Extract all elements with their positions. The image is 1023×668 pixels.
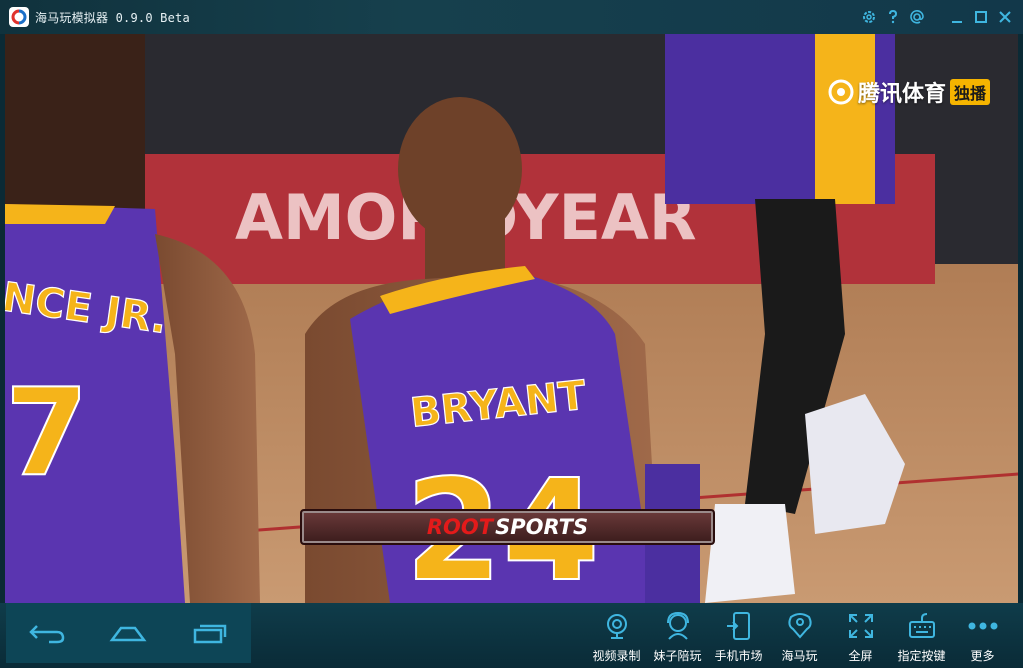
back-icon[interactable]	[24, 613, 70, 653]
window-title: 海马玩模拟器 0.9.0 Beta	[35, 10, 190, 25]
broadcaster-watermark: 腾讯体育 独播	[828, 76, 990, 108]
left-jersey-number: 7	[5, 364, 89, 503]
app-logo-icon	[9, 7, 29, 27]
app-market-icon	[725, 610, 753, 642]
recent-apps-icon[interactable]	[187, 613, 233, 653]
tool-more[interactable]: 更多	[952, 603, 1013, 668]
broadcaster-badge: 独播	[949, 79, 990, 105]
tool-fullscreen[interactable]: 全屏	[830, 603, 891, 668]
keymap-icon	[907, 610, 937, 642]
tool-app-market[interactable]: 手机市场	[708, 603, 769, 668]
tool-label: 全屏	[848, 649, 873, 663]
tool-label: 视频录制	[592, 649, 641, 663]
tool-companion[interactable]: 妹子陪玩	[647, 603, 708, 668]
fullscreen-icon	[847, 610, 875, 642]
title-bar: 海马玩模拟器 0.9.0 Beta	[0, 0, 1023, 34]
gear-icon[interactable]	[857, 5, 881, 29]
tencent-sports-logo-icon	[828, 79, 854, 105]
android-nav-panel	[6, 603, 251, 663]
haimawan-icon	[785, 610, 815, 642]
at-icon[interactable]	[905, 5, 929, 29]
video-player[interactable]: AMOR DYEAR NCE JR. 7 BRYANT 24 腾讯体育 独播 R…	[5, 34, 1018, 603]
tool-video-record[interactable]: 视频录制	[586, 603, 647, 668]
ticker-root: ROOT	[426, 515, 494, 539]
tool-keymap[interactable]: 指定按键	[891, 603, 952, 668]
root-sports-ticker: ROOT SPORTS	[300, 509, 715, 545]
home-icon[interactable]	[105, 613, 151, 653]
tool-label: 更多	[970, 649, 995, 663]
bottom-toolbar: 视频录制 妹子陪玩 手机市场 海马玩 全屏 指定按键 更多	[0, 603, 1023, 668]
maximize-icon[interactable]	[969, 5, 993, 29]
ticker-sports: SPORTS	[495, 515, 589, 539]
companion-icon	[663, 610, 693, 642]
tool-haimawan[interactable]: 海马玩	[769, 603, 830, 668]
tool-label: 妹子陪玩	[653, 649, 702, 663]
close-icon[interactable]	[993, 5, 1017, 29]
tool-label: 海马玩	[781, 649, 818, 663]
minimize-icon[interactable]	[945, 5, 969, 29]
video-record-icon	[603, 610, 631, 642]
tool-label: 指定按键	[897, 649, 946, 663]
more-icon	[967, 610, 999, 642]
help-icon[interactable]	[881, 5, 905, 29]
tool-label: 手机市场	[714, 649, 763, 663]
broadcaster-name: 腾讯体育	[857, 82, 946, 107]
